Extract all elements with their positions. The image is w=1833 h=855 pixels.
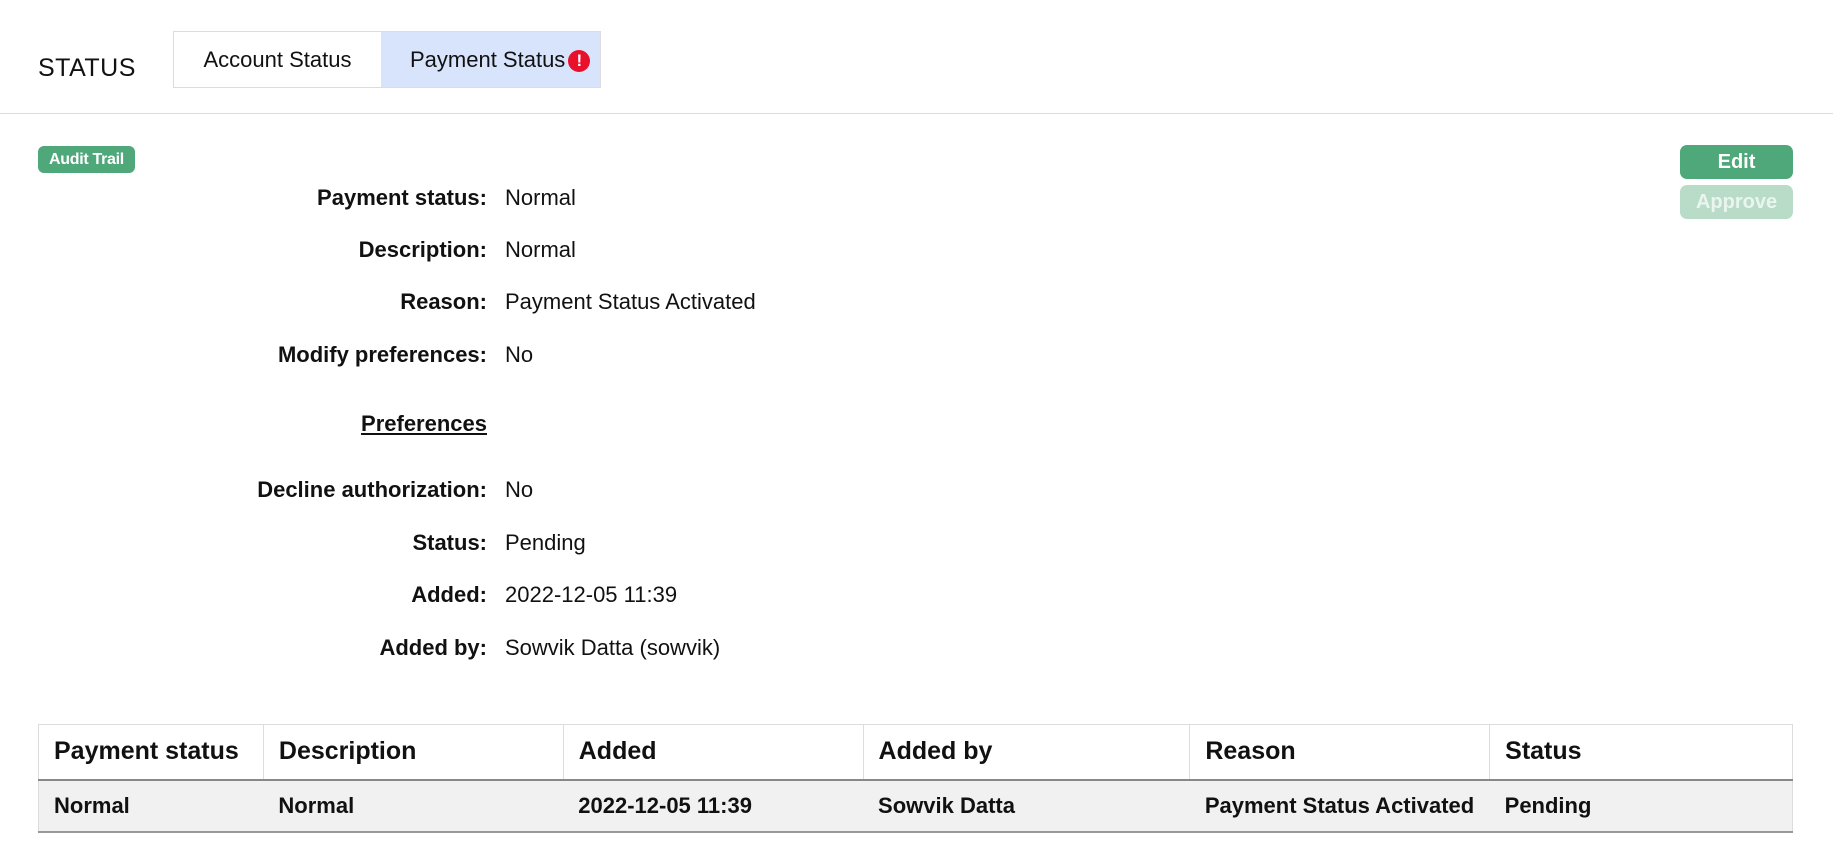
column-header-added: Added: [562, 724, 864, 781]
cell-status: Pending: [1489, 779, 1793, 833]
detail-row-payment-status: Payment status: Normal: [0, 185, 900, 215]
detail-row-added-by: Added by: Sowvik Datta (sowvik): [0, 635, 900, 665]
detail-row-decline-authorization: Decline authorization: No: [0, 477, 900, 507]
detail-row-status: Status: Pending: [0, 530, 900, 560]
tab-payment-status[interactable]: Payment Status !: [381, 32, 600, 87]
tab-account-status[interactable]: Account Status: [174, 32, 381, 87]
column-header-added-by: Added by: [862, 724, 1190, 781]
detail-row-description: Description: Normal: [0, 237, 900, 267]
payment-status-history-table: Payment status Description Added Added b…: [38, 724, 1793, 833]
preferences-heading: Preferences: [361, 411, 487, 436]
detail-row-modify-preferences: Modify preferences: No: [0, 342, 900, 372]
status-tabs: Account Status Payment Status !: [173, 31, 601, 88]
detail-label: Added by:: [379, 635, 487, 660]
detail-label: Reason:: [400, 289, 487, 314]
detail-value: Normal: [505, 185, 576, 210]
audit-trail-badge[interactable]: Audit Trail: [38, 146, 135, 173]
table-row[interactable]: Normal Normal 2022-12-05 11:39 Sowvik Da…: [38, 779, 1793, 833]
detail-label: Added:: [411, 582, 487, 607]
detail-value: No: [505, 342, 534, 367]
column-header-description: Description: [262, 724, 564, 781]
cell-description: Normal: [263, 779, 564, 833]
detail-value: Sowvik Datta (sowvik): [505, 635, 721, 660]
cell-added-by: Sowvik Datta: [863, 779, 1190, 833]
detail-row-reason: Reason: Payment Status Activated: [0, 289, 900, 319]
detail-value: Normal: [505, 237, 576, 262]
cell-added: 2022-12-05 11:39: [563, 779, 864, 833]
detail-label: Payment status:: [317, 185, 487, 210]
detail-label: Modify preferences:: [277, 342, 487, 367]
detail-value: 2022-12-05 11:39: [505, 582, 678, 607]
detail-label: Description:: [358, 237, 487, 262]
edit-button[interactable]: Edit: [1680, 145, 1793, 179]
cell-payment-status: Normal: [38, 779, 264, 833]
detail-row-added: Added: 2022-12-05 11:39: [0, 582, 900, 612]
column-header-reason: Reason: [1189, 724, 1490, 781]
detail-value: Payment Status Activated: [505, 289, 756, 314]
table-header-row: Payment status Description Added Added b…: [38, 724, 1793, 781]
detail-label: Decline authorization:: [257, 477, 487, 502]
page-title: STATUS: [38, 54, 136, 82]
cell-reason: Payment Status Activated: [1189, 779, 1490, 833]
approve-button[interactable]: Approve: [1680, 185, 1793, 219]
header-bar: STATUS Account Status Payment Status !: [0, 0, 1833, 114]
detail-label: Status:: [412, 530, 487, 555]
column-header-status: Status: [1489, 724, 1793, 781]
detail-value: Pending: [505, 530, 586, 555]
detail-value: No: [505, 477, 534, 502]
exclamation-circle-icon: !: [568, 49, 591, 72]
tab-label: Account Status: [203, 46, 352, 72]
tab-label: Payment Status: [410, 46, 566, 72]
column-header-payment-status: Payment status: [38, 724, 264, 781]
